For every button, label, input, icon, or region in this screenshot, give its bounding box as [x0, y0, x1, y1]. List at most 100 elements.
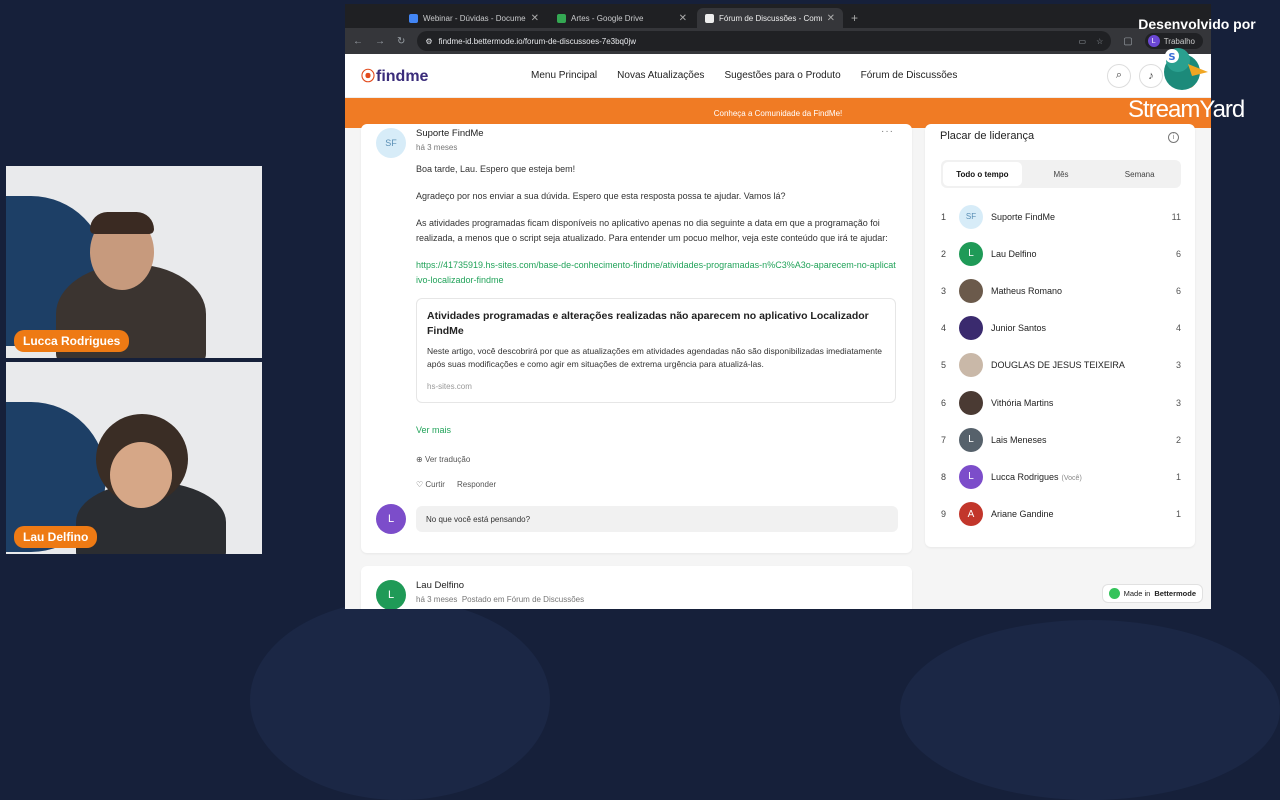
browser-tab[interactable]: Webinar - Dúvidas - Documen... ✕: [401, 8, 547, 28]
nav-item[interactable]: Fórum de Discussões: [861, 70, 958, 81]
leaderboard-rank: 1: [941, 211, 947, 222]
leaderboard-row[interactable]: 6 Vithória Martins 3: [941, 384, 1181, 421]
avatar[interactable]: [959, 353, 983, 378]
post-author[interactable]: Suporte FindMe: [416, 128, 484, 139]
leaderboard-card: Placar de liderança i Todo o tempo Mês S…: [925, 124, 1195, 547]
leaderboard-list: 1 SF Suporte FindMe 11 2 L Lau Delfino 6 3 Matheu…: [941, 198, 1181, 533]
findme-logo[interactable]: ⦿ findme: [361, 66, 531, 86]
extensions-icon[interactable]: ▢: [1123, 36, 1132, 47]
info-icon[interactable]: i: [1168, 132, 1179, 143]
forward-icon[interactable]: →: [375, 36, 385, 47]
reload-icon[interactable]: ↻: [397, 36, 405, 47]
url-text: findme-id.bettermode.io/forum-de-discuss…: [438, 36, 636, 46]
avatar: L: [376, 504, 406, 534]
preview-host: hs-sites.com: [427, 382, 472, 391]
watermark-caption: Desenvolvido por: [1138, 16, 1256, 32]
leaderboard-row[interactable]: 4 Junior Santos 4: [941, 310, 1181, 347]
leaderboard-name[interactable]: Lucca Rodrigues: [991, 472, 1059, 482]
avatar[interactable]: L: [376, 580, 406, 609]
leaderboard-row[interactable]: 9 A Ariane Gandine 1: [941, 496, 1181, 533]
leaderboard-name[interactable]: Junior Santos: [991, 323, 1046, 333]
globe-icon: ⊕: [416, 455, 423, 464]
post-paragraph: As atividades programadas ficam disponív…: [416, 218, 888, 243]
leaderboard-score: 1: [1175, 509, 1181, 520]
heart-icon: ♡: [416, 480, 424, 489]
leaderboard-name[interactable]: Vithória Martins: [991, 398, 1053, 408]
install-icon[interactable]: ▭: [1079, 37, 1087, 46]
you-label: (Você): [1061, 474, 1082, 482]
leaderboard-row[interactable]: 8 L Lucca Rodrigues (Você) 1: [941, 458, 1181, 495]
leaderboard-name[interactable]: Lais Meneses: [991, 435, 1047, 445]
participant-video-lau: Lau Delfino: [6, 362, 262, 554]
leaderboard-rank: 8: [941, 471, 947, 482]
leaderboard-score: 11: [1171, 211, 1181, 222]
close-tab-icon[interactable]: ✕: [827, 13, 835, 24]
leaderboard-row[interactable]: 7 L Lais Meneses 2: [941, 421, 1181, 458]
avatar[interactable]: A: [959, 502, 983, 527]
tab-week[interactable]: Semana: [1100, 162, 1179, 186]
leaderboard-name[interactable]: Matheus Romano: [991, 286, 1062, 296]
leaderboard-row[interactable]: 3 Matheus Romano 6: [941, 272, 1181, 309]
leaderboard-rank: 5: [941, 360, 947, 371]
tab-all-time[interactable]: Todo o tempo: [943, 162, 1022, 186]
location-pin-icon: ⦿: [361, 67, 375, 84]
posted-in[interactable]: Postado em Fórum de Discussões: [462, 595, 584, 604]
avatar[interactable]: L: [959, 464, 983, 489]
post-card: L Lau Delfino há 3 meses Postado em Fóru…: [361, 566, 912, 609]
more-options-icon[interactable]: ···: [881, 126, 894, 137]
nav-item[interactable]: Sugestões para o Produto: [724, 70, 840, 81]
browser-tab-active[interactable]: Fórum de Discussões - Comu... ✕: [697, 8, 843, 28]
bookmark-star-icon[interactable]: ☆: [1096, 37, 1103, 46]
avatar[interactable]: [959, 278, 983, 303]
profile-avatar: L: [1147, 35, 1160, 47]
participant-video-lucca: Lucca Rodrigues: [6, 166, 262, 358]
bell-icon[interactable]: ♪: [1139, 63, 1163, 88]
leaderboard-name[interactable]: Lau Delfino: [991, 249, 1037, 259]
leaderboard-score: 3: [1175, 360, 1181, 371]
avatar[interactable]: L: [959, 241, 983, 266]
leaderboard-rank: 2: [941, 248, 947, 259]
nav-item[interactable]: Novas Atualizações: [617, 70, 704, 81]
like-button[interactable]: ♡ Curtir: [416, 477, 445, 492]
post-link[interactable]: https://41735919.hs-sites.com/base-de-co…: [416, 258, 896, 288]
leaderboard-score: 2: [1175, 434, 1181, 445]
leaderboard-score: 4: [1175, 323, 1181, 334]
leaderboard-row[interactable]: 5 DOUGLAS DE JESUS TEIXEIRA 3: [941, 347, 1181, 384]
avatar[interactable]: [959, 390, 983, 415]
post-author[interactable]: Lau Delfino: [416, 580, 584, 591]
svg-text:S: S: [1168, 52, 1175, 63]
leaderboard-rank: 4: [941, 323, 947, 334]
made-in-bettermode-badge[interactable]: Made in Bettermode: [1101, 584, 1203, 603]
avatar[interactable]: L: [959, 427, 983, 452]
leaderboard-rank: 7: [941, 434, 947, 445]
comment-input[interactable]: No que você está pensando?: [416, 506, 898, 532]
avatar[interactable]: [959, 316, 983, 341]
preview-title: Atividades programadas e alterações real…: [427, 310, 869, 337]
link-preview-card[interactable]: Atividades programadas e alterações real…: [416, 298, 896, 403]
leaderboard-name[interactable]: DOUGLAS DE JESUS TEIXEIRA: [991, 360, 1125, 370]
site-info-icon[interactable]: ⚙: [425, 37, 432, 46]
close-tab-icon[interactable]: ✕: [679, 13, 687, 24]
main-nav: Menu Principal Novas Atualizações Sugest…: [531, 70, 957, 81]
leaderboard-name[interactable]: Suporte FindMe: [991, 212, 1055, 222]
post-paragraph: Agradeço por nos enviar a sua dúvida. Es…: [416, 191, 786, 201]
see-more-link[interactable]: Ver mais: [416, 423, 896, 438]
close-tab-icon[interactable]: ✕: [531, 13, 539, 24]
leaderboard-row[interactable]: 2 L Lau Delfino 6: [941, 235, 1181, 272]
new-tab-icon[interactable]: +: [845, 11, 864, 28]
leaderboard-row[interactable]: 1 SF Suporte FindMe 11: [941, 198, 1181, 235]
translate-button[interactable]: ⊕ Ver tradução: [416, 452, 896, 467]
browser-tab[interactable]: Artes - Google Drive ✕: [549, 8, 695, 28]
tab-month[interactable]: Mês: [1022, 162, 1101, 186]
address-bar[interactable]: ⚙ findme-id.bettermode.io/forum-de-discu…: [417, 31, 1112, 51]
avatar[interactable]: SF: [959, 204, 983, 229]
bettermode-icon: [705, 13, 714, 23]
bettermode-icon: [1108, 588, 1120, 599]
search-icon[interactable]: ⌕: [1107, 63, 1131, 88]
leaderboard-name[interactable]: Ariane Gandine: [991, 509, 1054, 519]
avatar[interactable]: SF: [376, 128, 406, 158]
back-icon[interactable]: ←: [353, 36, 363, 47]
nav-item[interactable]: Menu Principal: [531, 70, 597, 81]
reply-button[interactable]: Responder: [457, 477, 496, 492]
leaderboard-score: 3: [1175, 397, 1181, 408]
